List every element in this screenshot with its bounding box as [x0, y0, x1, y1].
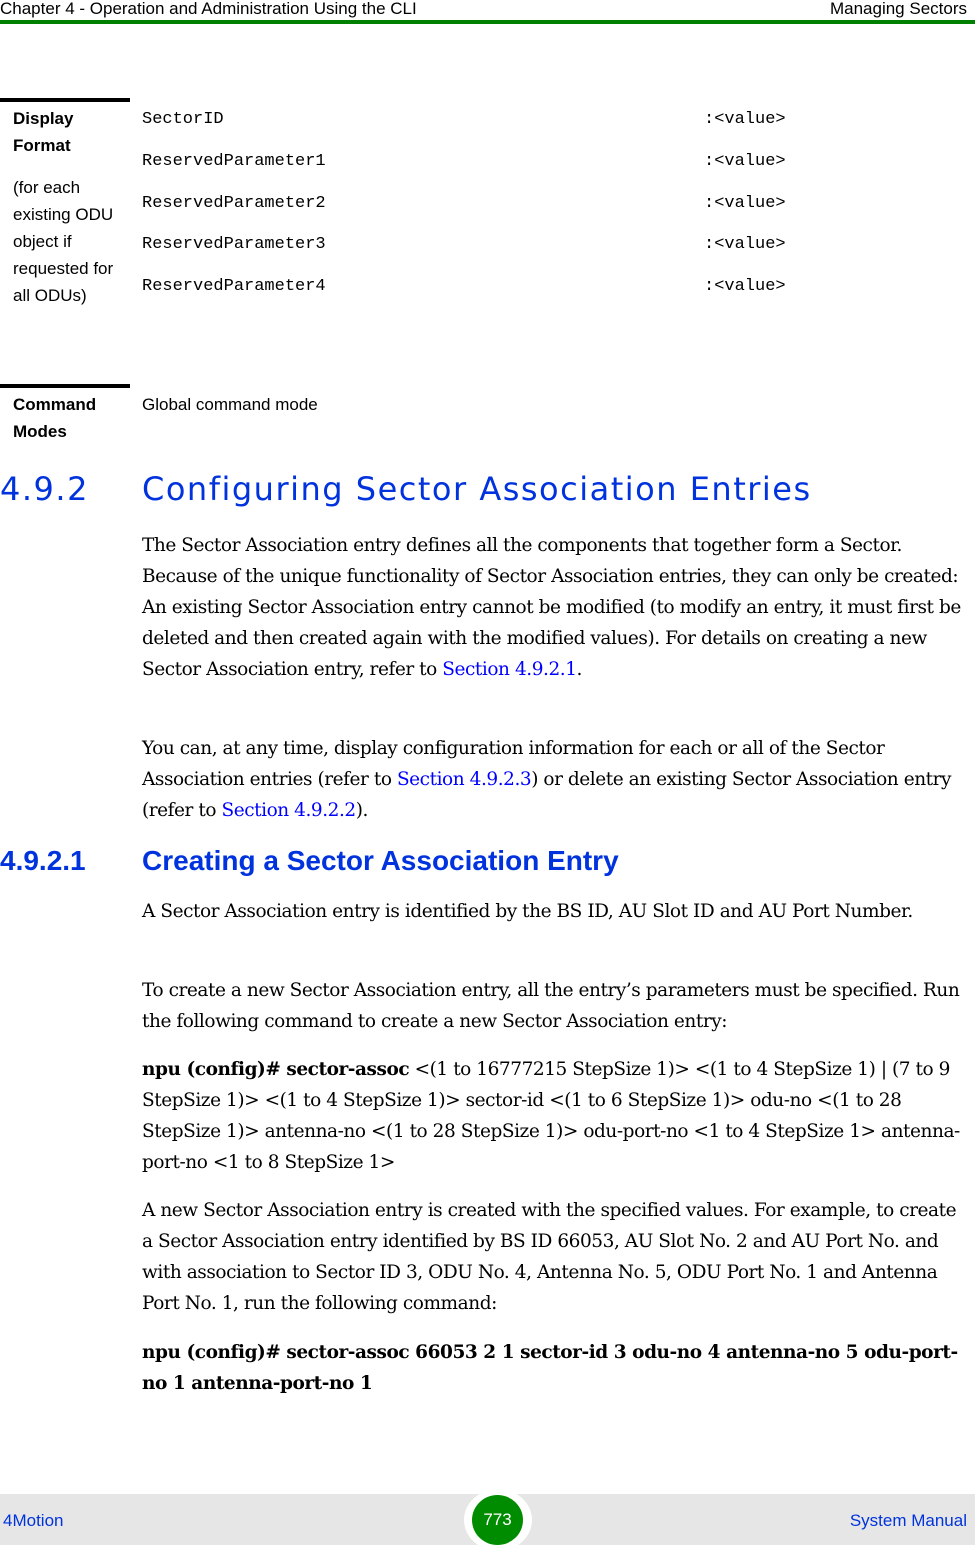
section-title: Creating a Sector Association Entry [142, 845, 619, 876]
chapter-title: Chapter 4 - Operation and Administration… [0, 0, 417, 18]
section-number: 4.9.2.1 [0, 845, 86, 876]
format-value: :<value> [704, 235, 786, 254]
format-key: ReservedParameter4 [142, 277, 326, 296]
display-format-rule [0, 98, 130, 102]
section-number: 4.9.2 [0, 470, 89, 508]
identification-paragraph: A Sector Association entry is identified… [142, 901, 913, 922]
section-heading-4-9-2-1: 4.9.2.1 Creating a Sector Association Ent… [0, 845, 619, 877]
format-value: :<value> [704, 277, 786, 296]
section-running-title: Managing Sectors [829, 0, 967, 18]
section-heading-4-9-2: 4.9.2 Configuring Sector Association Entr… [0, 470, 812, 508]
command-syntax: npu (config)# sector-assoc <(1 to 167772… [142, 1054, 972, 1178]
format-key: ReservedParameter3 [142, 235, 326, 254]
command-modes-rule [0, 384, 130, 388]
link-section-4-9-2-2[interactable]: Section 4.9.2.2 [221, 800, 356, 821]
command-modes-value: Global command mode [142, 395, 318, 414]
section-title: Configuring Sector Association Entries [142, 470, 812, 508]
format-key: SectorID [142, 110, 224, 129]
create-instructions-paragraph: To create a new Sector Association entry… [142, 980, 960, 1032]
display-format-label: Display Format [13, 109, 74, 155]
example-paragraph: A new Sector Association entry is create… [142, 1200, 957, 1314]
paragraph-text: . [576, 659, 583, 680]
format-value: :<value> [704, 110, 786, 129]
paragraph-text: ). [355, 800, 369, 821]
footer-product: 4Motion [3, 1511, 64, 1530]
intro-paragraph: The Sector Association entry defines all… [142, 530, 972, 685]
format-value: :<value> [704, 194, 786, 213]
command-prompt: npu (config)# sector-assoc [142, 1059, 410, 1080]
page-number-badge: 773 [472, 1495, 523, 1545]
footer-manual-title: System Manual [849, 1511, 967, 1530]
link-section-4-9-2-1[interactable]: Section 4.9.2.1 [442, 659, 577, 680]
header-rule [0, 20, 975, 24]
display-format-note: (for each existing ODU object if request… [13, 178, 114, 305]
example-command: npu (config)# sector-assoc 66053 2 1 sec… [142, 1342, 958, 1394]
link-section-4-9-2-3[interactable]: Section 4.9.2.3 [397, 769, 532, 790]
format-value: :<value> [704, 152, 786, 171]
format-key: ReservedParameter2 [142, 194, 326, 213]
command-modes-label: Command Modes [13, 395, 97, 441]
display-delete-paragraph: You can, at any time, display configurat… [142, 733, 972, 826]
format-key: ReservedParameter1 [142, 152, 326, 171]
